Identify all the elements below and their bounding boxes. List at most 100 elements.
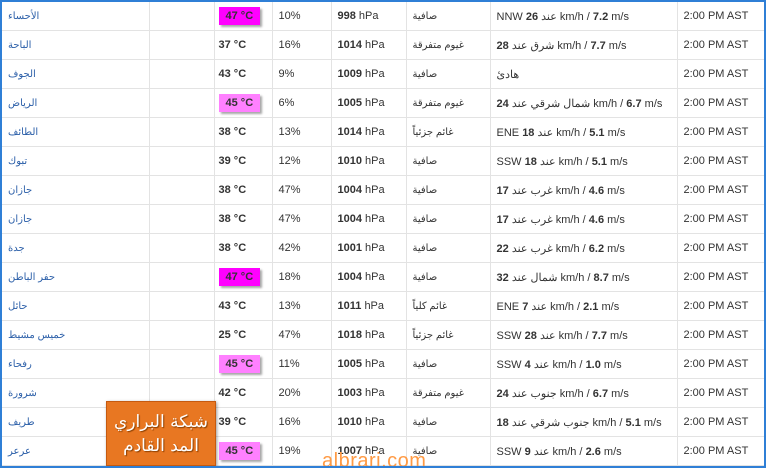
condition-text: صافية — [412, 68, 438, 80]
wind-speed-ms: 7.7 — [591, 329, 607, 342]
city-label: حائل — [8, 300, 28, 312]
condition-text: غيوم متفرقة — [412, 97, 464, 109]
city-name[interactable]: الأحساء — [2, 2, 150, 31]
city-name[interactable]: جدة — [2, 233, 150, 263]
city-name[interactable]: الرياض — [2, 88, 150, 118]
wind-cell: 17 غرب عند km/h / 4.6 m/s — [490, 204, 678, 234]
city-name[interactable]: خميس مشيط — [2, 320, 150, 350]
city-name[interactable]: جازان — [2, 204, 150, 234]
humidity-value: 13% — [278, 126, 301, 138]
empty-cell — [149, 291, 215, 321]
pressure-cell: 1004 hPa — [331, 262, 407, 292]
temperature-cell: 38 °C — [214, 117, 273, 147]
wind-direction: SSW — [496, 358, 522, 371]
pressure-cell: 1010 hPa — [331, 146, 407, 176]
temperature-cell: 47 °C — [214, 262, 273, 292]
wind-direction: SSW — [496, 329, 522, 342]
wind-cell: 24 جنوب عند km/h / 6.7 m/s — [490, 378, 678, 408]
temperature-value: 38 °C — [218, 126, 247, 138]
wind-speed-kmh: 32 — [496, 271, 509, 284]
city-name[interactable]: حائل — [2, 291, 150, 321]
pressure-cell: 1005 hPa — [331, 88, 407, 118]
city-name[interactable]: الباحة — [2, 30, 150, 60]
humidity-value: 20% — [278, 387, 301, 399]
condition-cell: غائم جزئياً — [406, 320, 491, 350]
wind-unit: m/s — [601, 300, 620, 313]
temperature-cell: 45 °C — [214, 88, 273, 118]
temperature-cell: 38 °C — [214, 175, 273, 205]
city-name[interactable]: الطائف — [2, 117, 150, 147]
wind-text: شرق عند km/h / — [511, 39, 588, 52]
wind-unit: m/s — [611, 387, 629, 400]
wind-cell: 32 شمال عند km/h / 8.7 m/s — [490, 262, 678, 292]
temperature-cell: 39 °C — [214, 407, 273, 437]
empty-cell — [149, 59, 215, 89]
time-cell: 2:00 PM AST — [677, 2, 764, 31]
pressure-value: 1004 — [337, 213, 362, 225]
pressure-unit: hPa — [365, 126, 385, 138]
wind-direction: SSW — [496, 155, 522, 168]
pressure-unit: hPa — [365, 97, 385, 109]
observation-time: 2:00 PM AST — [683, 126, 749, 138]
pressure-unit: hPa — [358, 10, 379, 22]
time-cell: 2:00 PM AST — [677, 349, 764, 379]
humidity-value: 10% — [278, 10, 301, 22]
city-name[interactable]: رفحاء — [2, 349, 150, 379]
empty-cell — [149, 349, 215, 379]
city-name[interactable]: تبوك — [2, 146, 150, 176]
city-name[interactable]: جازان — [2, 175, 150, 205]
humidity-value: 19% — [278, 445, 301, 457]
condition-cell: صافية — [406, 262, 491, 292]
time-cell: 2:00 PM AST — [677, 320, 764, 350]
observation-time: 2:00 PM AST — [683, 39, 749, 51]
humidity-value: 12% — [278, 155, 301, 167]
table-row: رفحاء 45 °C 11% 1005 hPa صافية SSW 4 عند km/h… — [2, 349, 764, 379]
city-label: الرياض — [8, 97, 38, 109]
time-cell: 2:00 PM AST — [677, 291, 764, 321]
temperature-cell: 39 °C — [214, 146, 273, 176]
table-row: الجوف 43 °C 9% 1009 hPa صافية هادئ 2:00 PM AS… — [2, 59, 764, 89]
pressure-cell: 1014 hPa — [331, 30, 407, 60]
wind-speed-ms: 1.0 — [585, 358, 601, 371]
temperature-cell: 43 °C — [214, 59, 273, 89]
temperature-value: 38 °C — [218, 184, 247, 196]
pressure-unit: hPa — [365, 213, 385, 225]
city-name[interactable]: الجوف — [2, 59, 150, 89]
humidity-cell: 12% — [272, 146, 332, 176]
condition-cell: غيوم متفرقة — [406, 378, 491, 408]
pressure-value: 1004 — [337, 271, 362, 283]
pressure-unit: hPa — [365, 416, 385, 428]
city-label: الطائف — [8, 126, 39, 138]
wind-cell: ENE 18 عند km/h / 5.1 m/s — [490, 117, 678, 147]
wind-speed-ms: 7.7 — [590, 39, 606, 52]
city-label: حفر الباطن — [8, 271, 55, 283]
city-label: شرورة — [8, 387, 37, 399]
temperature-cell: 38 °C — [214, 204, 273, 234]
pressure-value: 1010 — [337, 416, 362, 428]
pressure-unit: hPa — [364, 300, 385, 312]
wind-speed-kmh: 9 — [524, 445, 531, 458]
wind-unit: m/s — [608, 39, 627, 52]
wind-speed-kmh: 18 — [496, 416, 509, 429]
wind-text: شمال شرقي عند km/h / — [511, 97, 624, 110]
condition-text: صافية — [412, 155, 438, 167]
wind-speed-kmh: 24 — [496, 97, 509, 110]
pressure-value: 1014 — [337, 39, 362, 51]
wind-cell: 18 جنوب شرقي عند km/h / 5.1 m/s — [490, 407, 678, 437]
wind-unit: m/s — [607, 126, 626, 139]
humidity-value: 6% — [278, 97, 295, 109]
pressure-cell: 1004 hPa — [331, 175, 407, 205]
city-name[interactable]: حفر الباطن — [2, 262, 150, 292]
wind-unit: m/s — [611, 10, 629, 23]
wind-speed-ms: 6.2 — [588, 242, 605, 255]
weather-table: الأحساء 47 °C 10% 998 hPa صافية NNW 26 عند km… — [2, 2, 764, 466]
time-cell: 2:00 PM AST — [677, 117, 764, 147]
time-cell: 2:00 PM AST — [677, 407, 764, 437]
humidity-cell: 11% — [272, 349, 332, 379]
wind-cell: 28 شرق عند km/h / 7.7 m/s — [490, 30, 678, 60]
humidity-cell: 6% — [272, 88, 332, 118]
condition-cell: صافية — [406, 59, 491, 89]
wind-speed-kmh: 17 — [496, 213, 509, 226]
site-logo: شبكة البراري المد القادم — [106, 401, 216, 466]
humidity-cell: 47% — [272, 204, 332, 234]
